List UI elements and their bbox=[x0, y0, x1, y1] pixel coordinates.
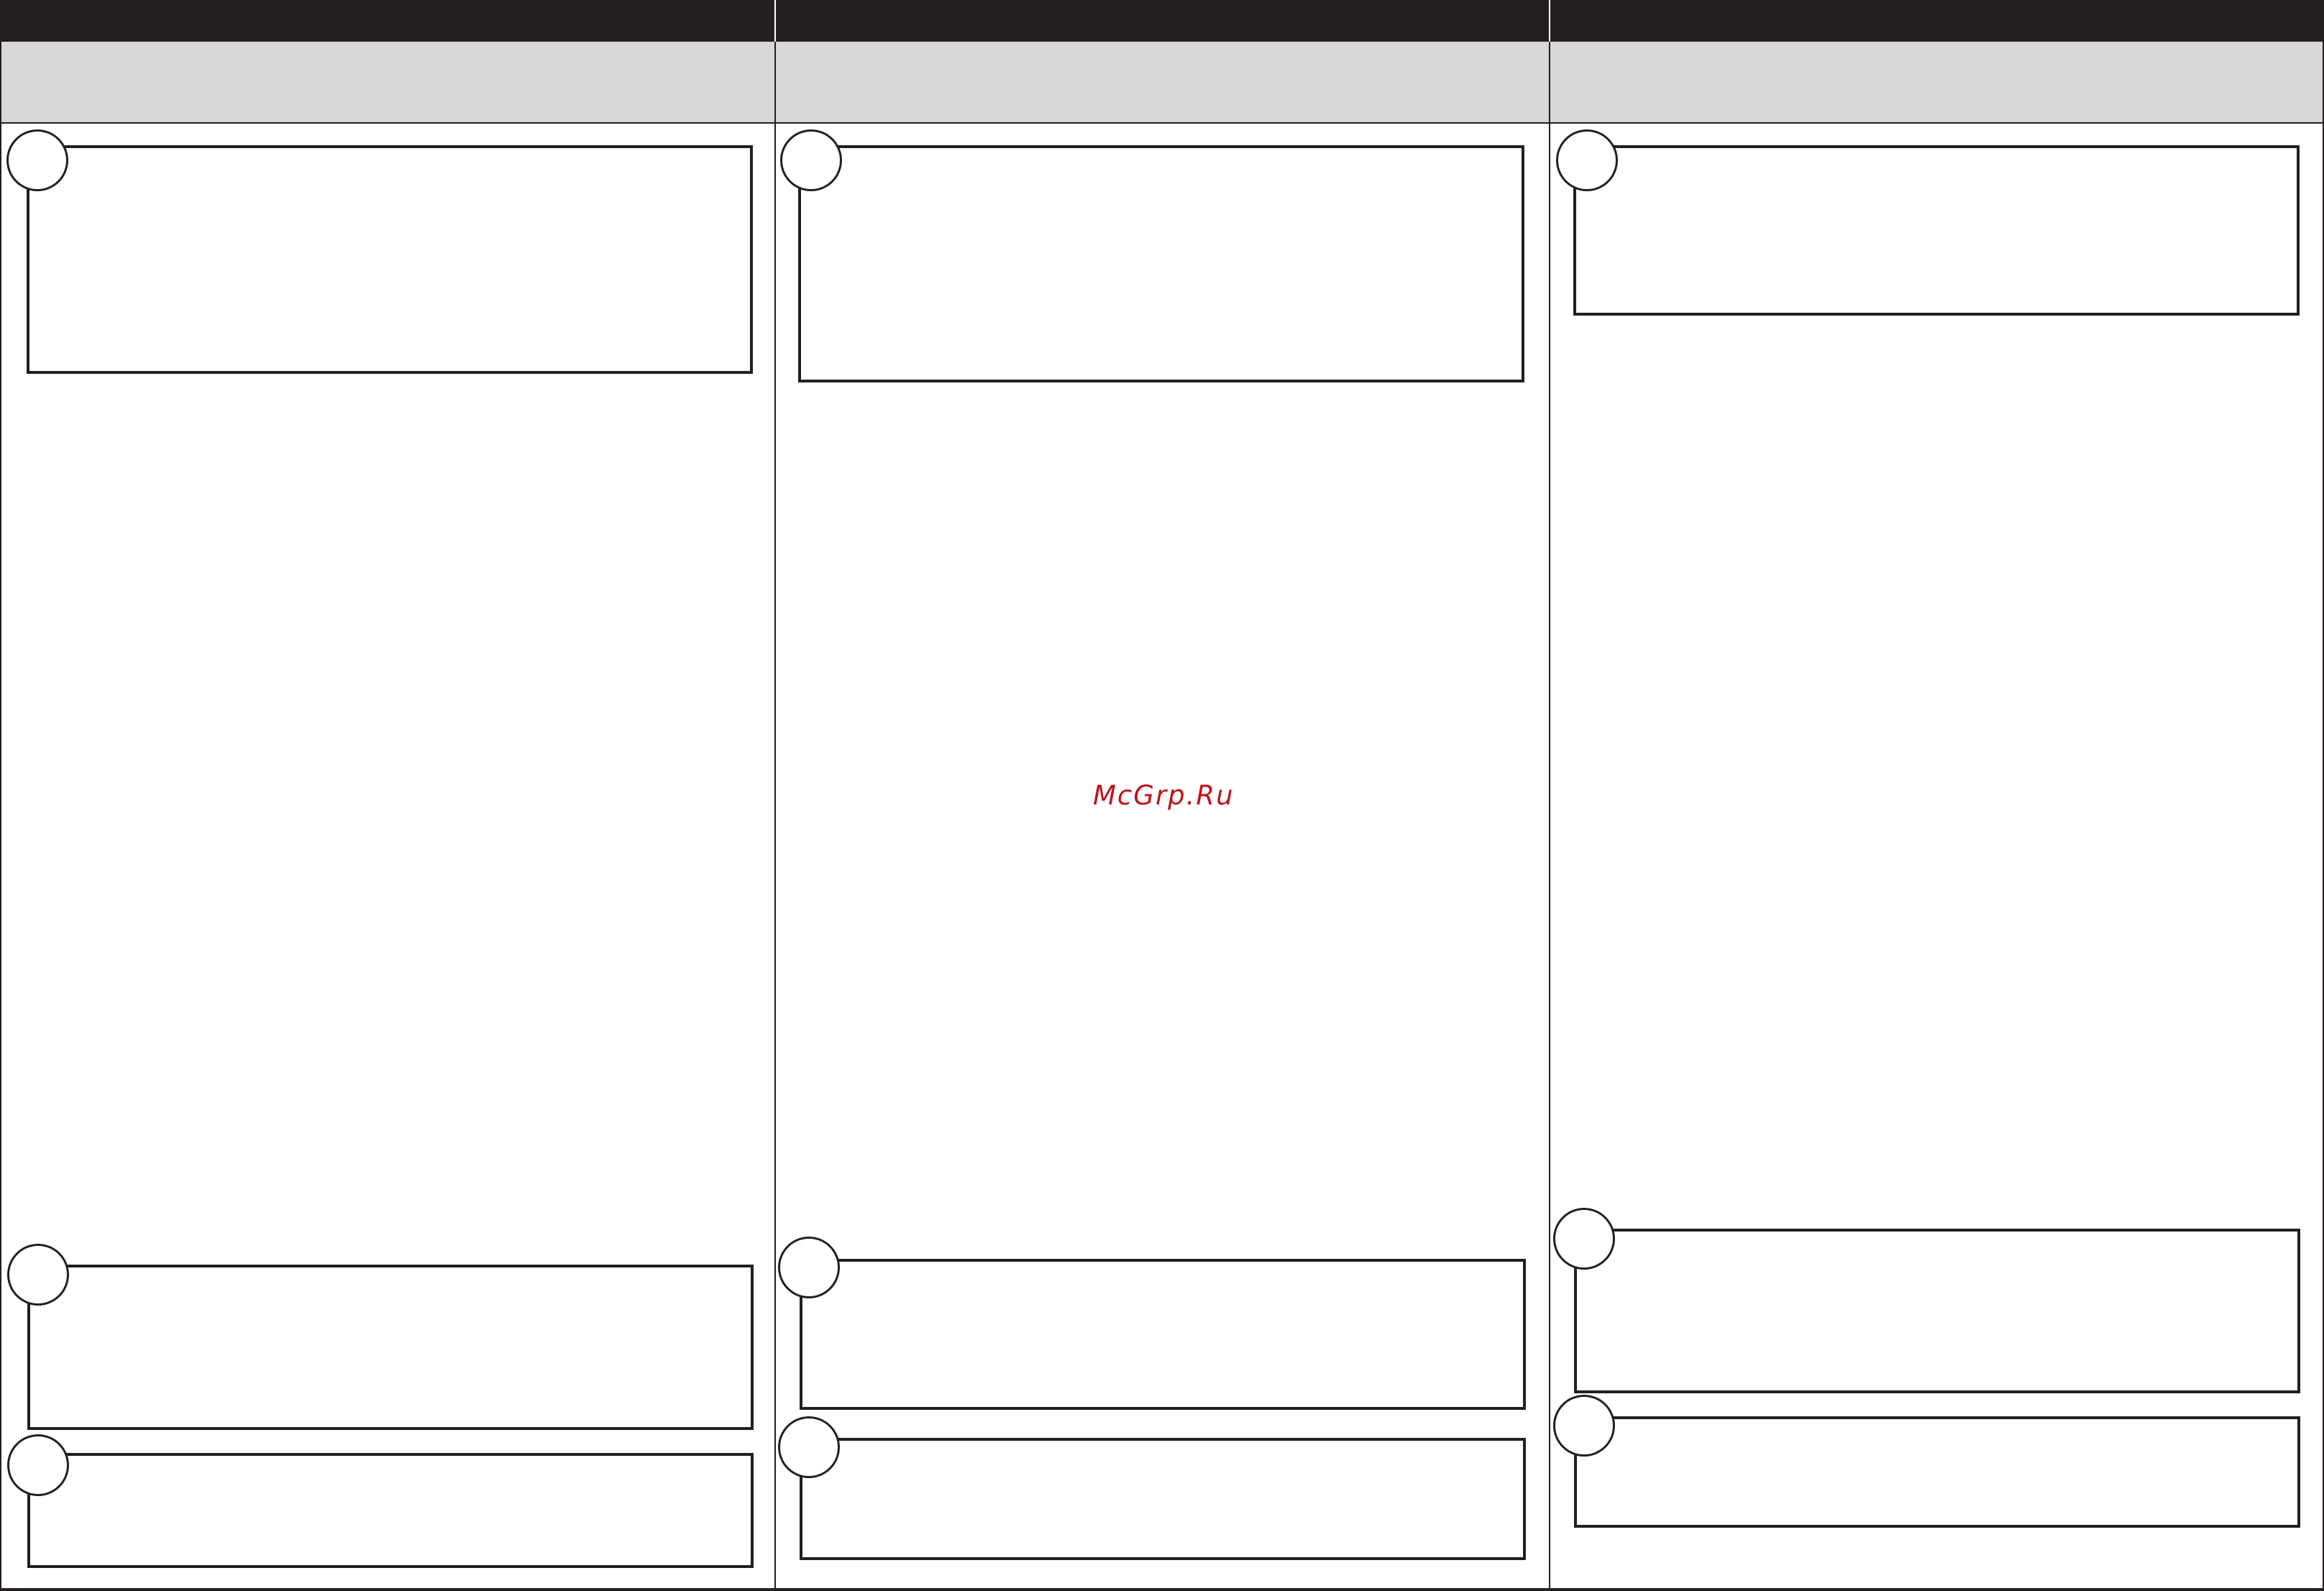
step-number-badge bbox=[7, 1434, 69, 1496]
watermark: McGrp.Ru bbox=[1093, 780, 1235, 811]
step-box bbox=[1574, 1416, 2300, 1528]
step-box bbox=[1574, 1229, 2300, 1393]
step-number-badge bbox=[1553, 1208, 1615, 1270]
column-divider bbox=[774, 42, 776, 1591]
step-box bbox=[27, 1453, 754, 1568]
step-box bbox=[800, 1259, 1526, 1410]
step-box bbox=[798, 145, 1524, 382]
step-box bbox=[800, 1438, 1526, 1560]
header-bar bbox=[0, 0, 2324, 42]
step-number-badge bbox=[780, 129, 842, 191]
header-separator bbox=[1549, 0, 1550, 42]
step-box bbox=[27, 1265, 754, 1430]
step-number-badge bbox=[778, 1237, 840, 1298]
step-number-badge bbox=[778, 1416, 840, 1478]
step-box bbox=[1573, 145, 2300, 316]
page-border bbox=[0, 0, 1, 1591]
header-separator bbox=[774, 0, 776, 42]
column-divider bbox=[1549, 42, 1550, 1591]
step-box bbox=[27, 145, 753, 374]
column-headers bbox=[0, 42, 2324, 124]
page-border bbox=[0, 1588, 2324, 1591]
step-number-badge bbox=[6, 129, 68, 191]
step-number-badge bbox=[1556, 129, 1618, 191]
step-number-badge bbox=[7, 1244, 69, 1306]
step-number-badge bbox=[1553, 1395, 1615, 1457]
